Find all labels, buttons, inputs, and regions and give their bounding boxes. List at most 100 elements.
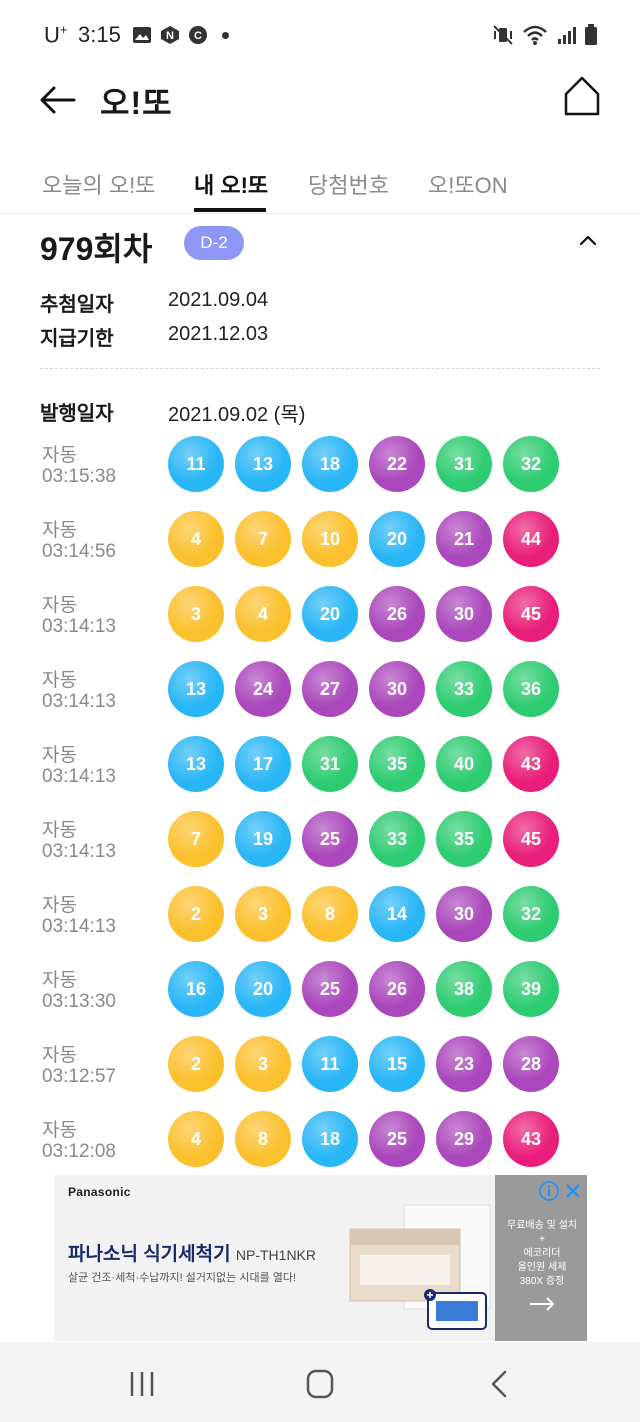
draw-date-label: 추첨일자 [40,294,114,316]
ticket-numbers: 13 24 27 30 33 36 [168,661,559,717]
ticket-mode: 자동 [42,445,77,466]
ticket-row: 자동 03:14:13 13 17 31 35 40 43 [0,736,640,811]
ticket-time: 03:14:13 [42,916,116,937]
lotto-ball: 45 [503,811,559,867]
ticket-row: 자동 03:14:13 2 3 8 14 30 32 [0,886,640,961]
recent-apps-button[interactable] [120,1366,164,1402]
lotto-ball: 36 [503,661,559,717]
ticket-time: 03:14:13 [42,691,116,712]
ad-close-icon[interactable] [563,1181,583,1201]
home-button[interactable] [562,74,602,118]
arrow-right-icon [530,1297,555,1311]
deadline-value: 2021.12.03 [168,323,269,345]
ticket-numbers: 11 13 18 22 31 32 [168,436,559,492]
tab-my-oddo[interactable]: 내 오!또 [194,168,268,200]
back-nav-button[interactable] [478,1366,522,1402]
ad-banner[interactable]: Panasonic 파나소닉 식기세척기 NP-TH1NKR 살균 건조·세척·… [54,1175,587,1341]
round-header: 979회차 D-2 [40,224,600,268]
lotto-ball: 4 [168,511,224,567]
ticket-row: 자동 03:12:57 2 3 11 15 23 28 [0,1036,640,1111]
lotto-ball: 33 [436,661,492,717]
lotto-ball: 4 [235,586,291,642]
lotto-ball: 26 [369,586,425,642]
tab-oddo-on[interactable]: 오!또ON [428,168,508,200]
ticket-mode: 자동 [42,745,77,766]
tab-today[interactable]: 오늘의 오!또 [42,168,155,200]
lotto-ball: 30 [436,886,492,942]
lotto-ball: 31 [436,436,492,492]
active-tab-indicator [194,208,266,212]
recent-apps-icon [130,1372,154,1396]
dishwasher-image [349,1204,491,1330]
lotto-ball: 22 [369,436,425,492]
mute-vibrate-icon [493,25,513,45]
lotto-ball: 35 [369,736,425,792]
signal-icon [558,27,576,44]
ticket-row: 자동 03:14:13 7 19 25 33 35 45 [0,811,640,886]
ticket-row: 자동 03:15:38 11 13 18 22 31 32 [0,436,640,511]
ticket-row: 자동 03:13:30 16 20 25 26 38 39 [0,961,640,1036]
ticket-time: 03:14:13 [42,766,116,787]
ad-subtext: 살균 건조·세척·수납까지! 설거지없는 시대를 열다! [68,1272,297,1284]
ticket-numbers: 3 4 20 26 30 45 [168,586,559,642]
lotto-ball: 43 [503,736,559,792]
ticket-time: 03:12:57 [42,1066,116,1087]
ticket-row: 자동 03:14:56 4 7 10 20 21 44 [0,511,640,586]
lotto-ball: 13 [168,736,224,792]
lotto-ball: 25 [302,961,358,1017]
lotto-ball: 23 [436,1036,492,1092]
ticket-numbers: 4 7 10 20 21 44 [168,511,559,567]
lotto-ball: 2 [168,1036,224,1092]
lotto-ball: 7 [168,811,224,867]
lotto-ball: 17 [235,736,291,792]
wifi-icon [523,25,547,45]
ticket-numbers: 4 8 18 25 29 43 [168,1111,559,1167]
chevron-up-icon [579,235,597,246]
issue-date-value: 2021.09.02 (목) [168,404,306,426]
lotto-ball: 8 [235,1111,291,1167]
app-header: 오!또 [0,72,640,152]
ticket-list: 자동 03:15:38 11 13 18 22 31 32 자동 03:14:56 4 7 10 20 21… [0,436,640,1186]
lotto-ball: 44 [503,511,559,567]
collapse-button[interactable] [576,226,600,254]
lotto-ball: 13 [168,661,224,717]
ticket-mode: 자동 [42,1045,77,1066]
c-app-icon: C [189,26,207,44]
status-time: 3:15 [78,22,121,47]
ticket-numbers: 16 20 25 26 38 39 [168,961,559,1017]
home-square-icon [306,1369,334,1399]
lotto-ball: 32 [503,886,559,942]
page-title: 오!또 [100,85,173,121]
ticket-time: 03:12:08 [42,1141,116,1162]
lotto-ball: 3 [168,586,224,642]
d-day-badge: D-2 [184,226,244,260]
ad-info-icon[interactable] [539,1181,559,1201]
carrier-label: U+ [44,22,68,48]
lotto-ball: 45 [503,586,559,642]
lotto-ball: 7 [235,511,291,567]
lotto-ball: 27 [302,661,358,717]
ticket-row: 자동 03:14:13 3 4 20 26 30 45 [0,586,640,661]
system-nav-bar [0,1342,640,1422]
svg-text:C: C [194,30,202,42]
lotto-ball: 16 [168,961,224,1017]
home-nav-button[interactable] [298,1366,342,1402]
lotto-ball: 21 [436,511,492,567]
tab-winning-numbers[interactable]: 당첨번호 [308,168,389,200]
lotto-ball: 3 [235,886,291,942]
chevron-left-icon [491,1370,507,1398]
lotto-ball: 33 [369,811,425,867]
lotto-ball: 18 [302,1111,358,1167]
ad-promo-line3: 에코리더 [523,1248,561,1259]
n-app-icon: N [161,26,179,44]
lotto-ball: 32 [503,436,559,492]
ad-promo-line1: 무료배송 및 설치 [507,1220,577,1231]
lotto-ball: 4 [168,1111,224,1167]
lotto-ball: 25 [369,1111,425,1167]
ticket-numbers: 2 3 11 15 23 28 [168,1036,559,1092]
lotto-ball: 30 [369,661,425,717]
ticket-numbers: 13 17 31 35 40 43 [168,736,559,792]
back-button[interactable] [36,78,80,122]
lotto-ball: 31 [302,736,358,792]
battery-icon [585,24,597,45]
